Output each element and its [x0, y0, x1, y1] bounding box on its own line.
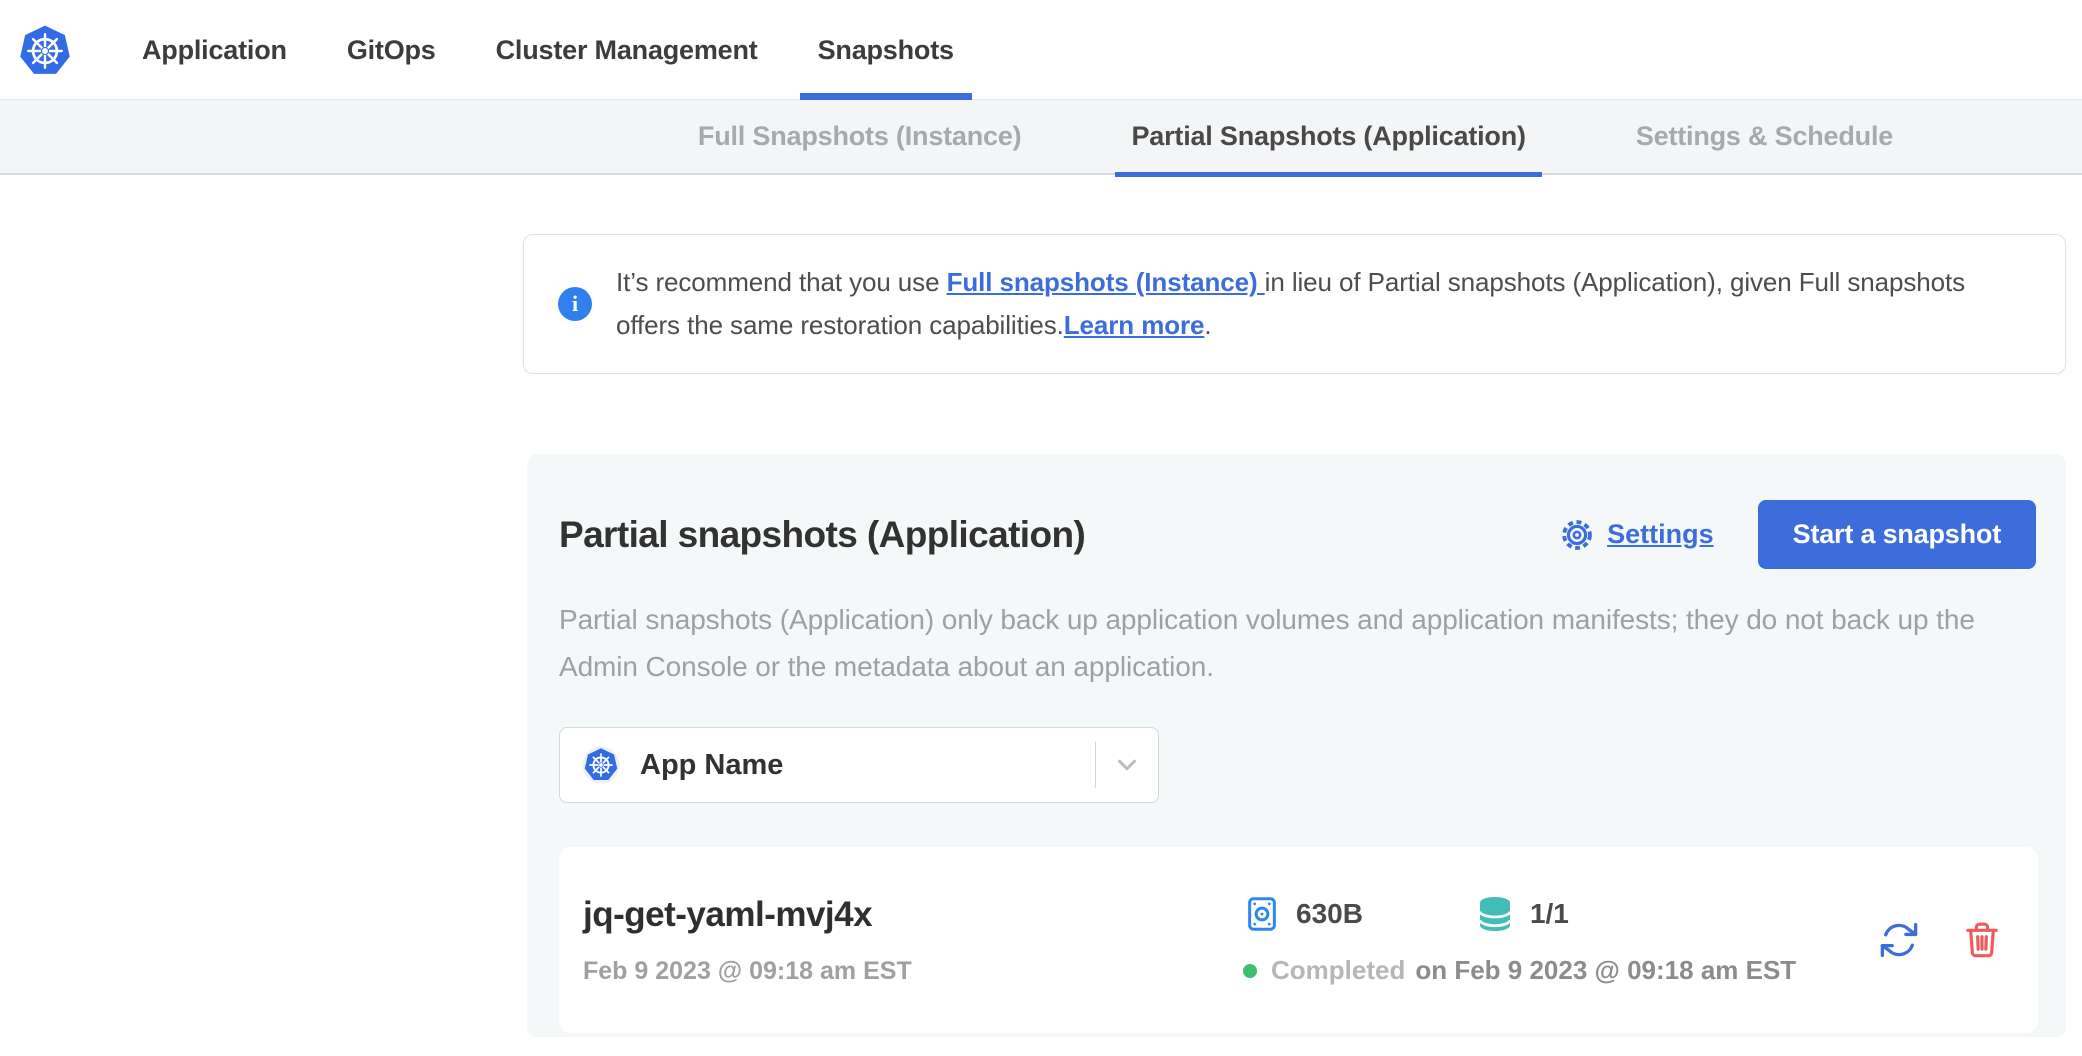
nav-item-cluster-management[interactable]: Cluster Management [478, 0, 776, 100]
kubernetes-logo-icon [18, 24, 72, 78]
snapshot-started-date: Feb 9 2023 @ 09:18 am EST [583, 957, 1243, 986]
snapshot-size-stat: 630B [1243, 895, 1363, 933]
database-icon [1475, 894, 1515, 934]
snapshot-size-value: 630B [1296, 898, 1363, 930]
info-banner-text: It’s recommend that you use Full snapsho… [616, 261, 2006, 347]
tab-settings-schedule[interactable]: Settings & Schedule [1620, 100, 1909, 175]
snapshot-volumes-stat: 1/1 [1475, 894, 1569, 934]
settings-label: Settings [1607, 519, 1714, 550]
snapshot-actions [1878, 919, 2002, 961]
panel-description: Partial snapshots (Application) only bac… [559, 596, 2004, 690]
banner-text-before: It’s recommend that you use [616, 267, 947, 297]
status-finished-date: on Feb 9 2023 @ 09:18 am EST [1415, 955, 1796, 986]
partial-snapshots-panel: Partial snapshots (Application) Settings… [527, 454, 2066, 1037]
nav-item-application[interactable]: Application [124, 0, 305, 100]
snapshot-row[interactable]: jq-get-yaml-mvj4x Feb 9 2023 @ 09:18 am … [559, 847, 2038, 1033]
restore-icon [1878, 919, 1920, 961]
tab-partial-snapshots[interactable]: Partial Snapshots (Application) [1115, 100, 1541, 175]
top-nav: Application GitOps Cluster Management Sn… [0, 0, 2082, 100]
status-dot-icon [1243, 964, 1257, 978]
nav-item-snapshots[interactable]: Snapshots [800, 0, 972, 100]
learn-more-link[interactable]: Learn more [1064, 310, 1205, 340]
info-banner: i It’s recommend that you use Full snaps… [523, 234, 2066, 374]
start-snapshot-button[interactable]: Start a snapshot [1758, 500, 2036, 569]
full-snapshots-link[interactable]: Full snapshots (Instance) [947, 267, 1265, 297]
chevron-down-icon [1096, 750, 1158, 780]
primary-nav: Application GitOps Cluster Management Sn… [124, 0, 972, 100]
snapshot-info: jq-get-yaml-mvj4x Feb 9 2023 @ 09:18 am … [583, 895, 1243, 986]
delete-snapshot-button[interactable] [1962, 920, 2002, 960]
nav-item-gitops[interactable]: GitOps [329, 0, 454, 100]
snapshot-status: Completed on Feb 9 2023 @ 09:18 am EST [1243, 955, 1878, 986]
info-icon: i [558, 287, 592, 321]
panel-title: Partial snapshots (Application) [559, 514, 1085, 556]
trash-icon [1962, 920, 2002, 960]
banner-text-after: . [1204, 310, 1211, 340]
snapshot-settings-link[interactable]: Settings [1559, 517, 1714, 553]
app-kubernetes-icon [582, 746, 620, 784]
disk-icon [1243, 895, 1281, 933]
snapshots-tab-bar: Full Snapshots (Instance) Partial Snapsh… [0, 100, 2082, 175]
gear-icon [1559, 517, 1595, 553]
app-selector-value: App Name [640, 749, 783, 782]
tab-full-snapshots[interactable]: Full Snapshots (Instance) [682, 100, 1038, 175]
restore-snapshot-button[interactable] [1878, 919, 1920, 961]
snapshot-name: jq-get-yaml-mvj4x [583, 895, 1243, 935]
kots-admin-console: Application GitOps Cluster Management Sn… [0, 0, 2082, 1037]
app-selector-dropdown[interactable]: App Name [559, 727, 1159, 803]
snapshot-details: 630B 1/1 [1243, 894, 1878, 986]
panel-header: Partial snapshots (Application) Settings… [559, 500, 2036, 569]
status-label: Completed [1271, 955, 1405, 986]
snapshot-volumes-value: 1/1 [1530, 898, 1569, 930]
main-content: i It’s recommend that you use Full snaps… [0, 234, 2082, 1037]
